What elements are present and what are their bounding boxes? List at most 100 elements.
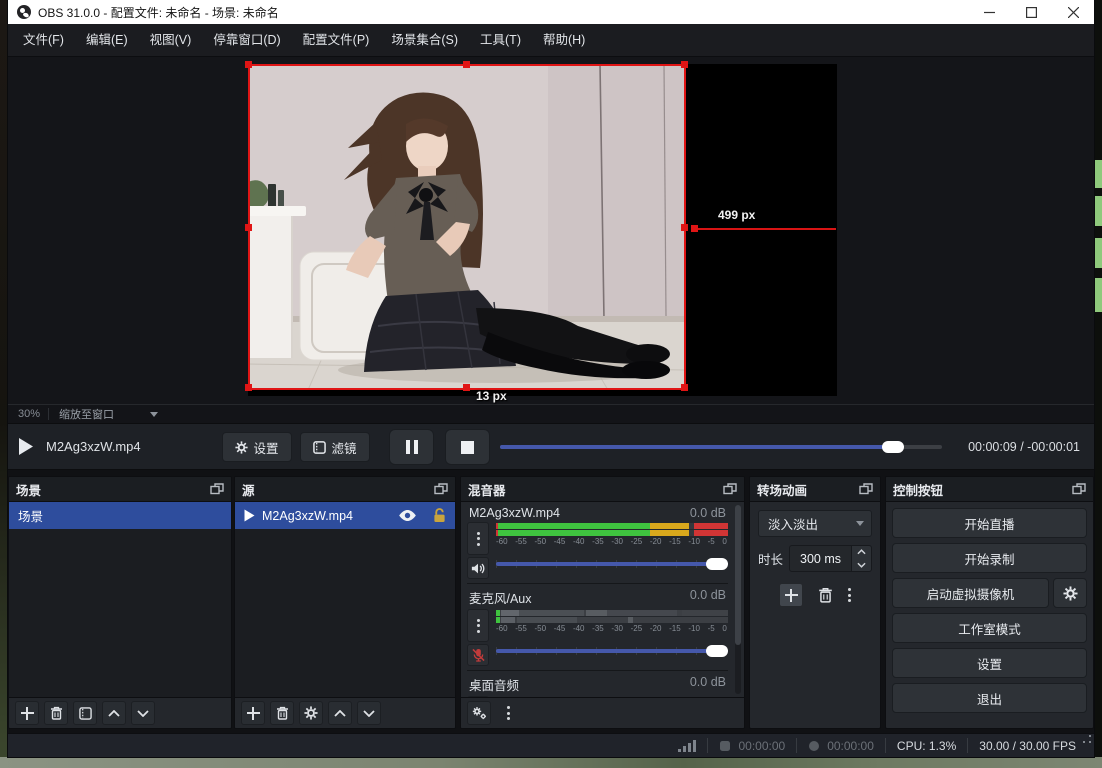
selection-handle-right-mid[interactable] — [681, 224, 688, 231]
titlebar[interactable]: OBS 31.0.0 - 配置文件: 未命名 - 场景: 未命名 — [8, 0, 1094, 24]
program-canvas[interactable]: 499 px 13 px — [245, 61, 837, 403]
preview-area[interactable]: 499 px 13 px — [8, 57, 1094, 404]
scenes-list[interactable]: 场景 — [9, 502, 231, 697]
virtualcam-config-button[interactable] — [1053, 578, 1087, 608]
popout-icon[interactable] — [210, 483, 224, 495]
menu-tools[interactable]: 工具(T) — [469, 24, 532, 56]
selection-handle-top-right[interactable] — [681, 61, 688, 68]
scene-move-down-button[interactable] — [131, 701, 155, 725]
volume-slider[interactable] — [496, 642, 728, 660]
source-properties-button[interactable] — [299, 701, 323, 725]
start-virtualcam-button[interactable]: 启动虚拟摄像机 — [892, 578, 1049, 608]
seek-handle[interactable] — [882, 441, 905, 453]
source-move-up-button[interactable] — [328, 701, 352, 725]
transitions-panel-header[interactable]: 转场动画 — [750, 477, 880, 502]
menu-docks[interactable]: 停靠窗口(D) — [202, 24, 291, 56]
media-settings-button[interactable]: 设置 — [222, 432, 292, 462]
start-recording-button[interactable]: 开始录制 — [892, 543, 1087, 573]
add-transition-button[interactable] — [779, 583, 803, 607]
sources-panel-header[interactable]: 源 — [235, 477, 455, 502]
duration-value[interactable]: 300 ms — [789, 545, 852, 572]
selection-handle-left-mid[interactable] — [245, 224, 252, 231]
mute-toggle-button[interactable] — [467, 557, 489, 579]
mixer-channel-menu-button[interactable] — [467, 609, 489, 642]
menu-file[interactable]: 文件(F) — [12, 24, 75, 56]
studio-mode-button[interactable]: 工作室模式 — [892, 613, 1087, 643]
popout-icon[interactable] — [1072, 483, 1086, 495]
selection-handle-bottom-right[interactable] — [681, 384, 688, 391]
close-button[interactable] — [1052, 0, 1094, 24]
remove-transition-button[interactable] — [818, 587, 833, 603]
add-source-button[interactable] — [241, 701, 265, 725]
transition-properties-button[interactable] — [848, 588, 851, 602]
volume-slider-handle[interactable] — [706, 645, 728, 657]
chevron-down-icon[interactable] — [150, 411, 159, 417]
gear-icon — [235, 440, 249, 454]
popout-icon[interactable] — [434, 483, 448, 495]
media-time: 00:00:09 / -00:00:01 — [968, 440, 1080, 454]
kebab-icon — [506, 706, 510, 720]
popout-icon[interactable] — [859, 483, 873, 495]
scene-filters-button[interactable] — [73, 701, 97, 725]
scene-move-up-button[interactable] — [102, 701, 126, 725]
gear-icon — [1062, 585, 1078, 601]
stream-time: 00:00:00 — [738, 738, 786, 753]
minimize-button[interactable] — [968, 0, 1010, 24]
spin-down-button[interactable] — [852, 559, 871, 572]
visibility-eye-icon[interactable] — [398, 509, 417, 522]
resize-grip[interactable] — [1083, 735, 1091, 743]
volume-meter — [496, 696, 728, 697]
advanced-audio-button[interactable] — [467, 701, 491, 725]
trash-icon — [50, 706, 62, 720]
settings-button[interactable]: 设置 — [892, 648, 1087, 678]
volume-slider[interactable] — [496, 555, 728, 573]
duration-spinbox[interactable]: 300 ms — [789, 545, 872, 572]
transition-select[interactable]: 淡入淡出 — [758, 510, 872, 537]
mixer-channel-menu-button[interactable] — [467, 696, 489, 697]
popout-icon[interactable] — [723, 483, 737, 495]
maximize-button[interactable] — [1010, 0, 1052, 24]
source-move-down-button[interactable] — [357, 701, 381, 725]
menu-help[interactable]: 帮助(H) — [532, 24, 596, 56]
stop-button[interactable] — [445, 429, 490, 465]
volume-slider-handle[interactable] — [706, 558, 728, 570]
remove-scene-button[interactable] — [44, 701, 68, 725]
menu-scene-collection[interactable]: 场景集合(S) — [380, 24, 469, 56]
remove-source-button[interactable] — [270, 701, 294, 725]
play-icon[interactable] — [18, 438, 33, 455]
media-seek-slider[interactable] — [500, 441, 942, 453]
sources-list[interactable]: M2Ag3xzW.mp4 — [235, 502, 455, 697]
selection-handle-top-left[interactable] — [245, 61, 252, 68]
spin-up-button[interactable] — [852, 546, 871, 559]
start-streaming-button[interactable]: 开始直播 — [892, 508, 1087, 538]
media-filters-button[interactable]: 滤镜 — [300, 432, 370, 462]
desktop-wallpaper-strip — [0, 757, 1102, 768]
chevron-up-icon — [857, 549, 866, 555]
scene-list-item[interactable]: 场景 — [9, 502, 231, 529]
controls-panel-header[interactable]: 控制按钮 — [886, 477, 1093, 502]
scrollbar-thumb[interactable] — [735, 505, 741, 645]
mixer-menu-button[interactable] — [496, 701, 520, 725]
scenes-panel-header[interactable]: 场景 — [9, 477, 231, 502]
mixer-scrollbar[interactable] — [735, 505, 741, 694]
menu-view[interactable]: 视图(V) — [139, 24, 203, 56]
zoom-mode-label[interactable]: 缩放至窗口 — [49, 406, 124, 422]
mixer-panel-header[interactable]: 混音器 — [461, 477, 744, 502]
source-list-item[interactable]: M2Ag3xzW.mp4 — [235, 502, 455, 529]
menu-profile[interactable]: 配置文件(P) — [292, 24, 381, 56]
mixer-channel-menu-button[interactable] — [467, 522, 489, 555]
selection-handle-bottom-left[interactable] — [245, 384, 252, 391]
microphone-muted-icon — [471, 648, 485, 662]
mute-toggle-button-muted[interactable] — [467, 644, 489, 666]
selection-handle-bottom-mid[interactable] — [463, 384, 470, 391]
menu-edit[interactable]: 编辑(E) — [75, 24, 139, 56]
plus-icon — [246, 706, 260, 720]
window-title: OBS 31.0.0 - 配置文件: 未命名 - 场景: 未命名 — [38, 5, 279, 20]
exit-button[interactable]: 退出 — [892, 683, 1087, 713]
pause-button[interactable] — [389, 429, 434, 465]
lock-icon[interactable] — [433, 508, 446, 523]
video-source-preview[interactable] — [248, 64, 686, 390]
selection-handle-top-mid[interactable] — [463, 61, 470, 68]
add-scene-button[interactable] — [15, 701, 39, 725]
media-controls-bar: M2Ag3xzW.mp4 设置 滤镜 00:00:09 / -00:00:01 — [8, 424, 1094, 470]
